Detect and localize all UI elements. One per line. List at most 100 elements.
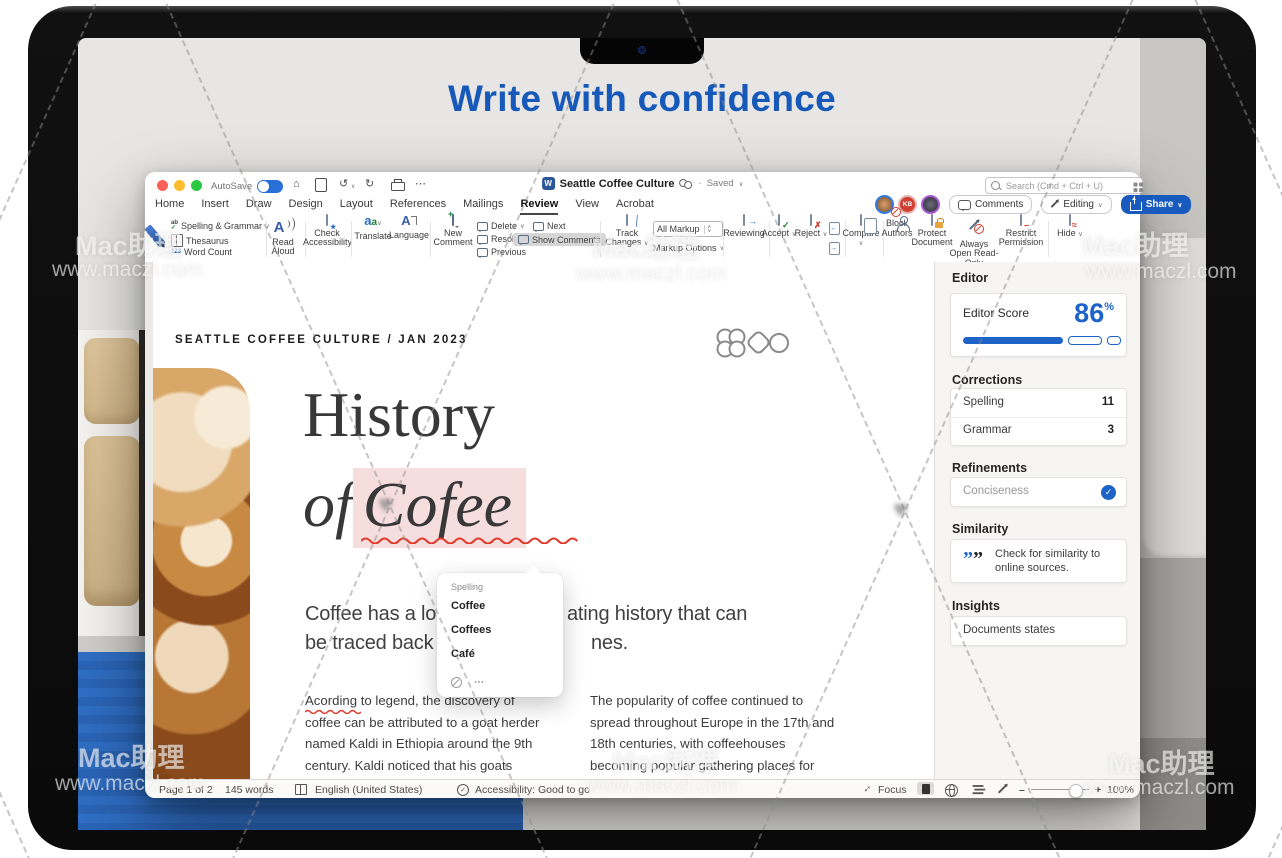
show-comments-button[interactable]: Show Comments	[513, 233, 606, 246]
check-circle-icon: ✓	[1101, 485, 1116, 500]
previous-comment-button[interactable]: Previous	[477, 247, 526, 257]
grammar-correction-row[interactable]: Grammar 3	[963, 424, 1114, 436]
page-view-icon	[922, 784, 930, 794]
share-button[interactable]: Share ∨	[1121, 195, 1192, 214]
tab-design[interactable]: Design	[289, 198, 323, 215]
delete-label: Delete	[491, 221, 517, 231]
search-box[interactable]	[985, 177, 1143, 194]
web-layout-view-icon[interactable]	[945, 784, 958, 797]
zoom-slider-knob[interactable]	[1069, 784, 1083, 798]
body-line: spread throughout Europe in the 17th and	[590, 712, 850, 734]
focus-label[interactable]: Focus	[878, 784, 907, 796]
similarity-card[interactable]: ”” Check for similarity toonline sources…	[950, 539, 1127, 583]
ignore-icon[interactable]	[451, 677, 462, 688]
spelling-grammar-button[interactable]: ab✓ Spelling & Grammar ∨	[171, 221, 270, 231]
tab-review[interactable]: Review	[520, 198, 558, 215]
language-icon: A	[401, 213, 416, 228]
minimize-window-button[interactable]	[174, 180, 185, 191]
more-options-icon[interactable]: ⋯	[474, 677, 484, 688]
editor-pen-icon[interactable]	[144, 224, 166, 248]
toolbar-extras-icon[interactable]	[1134, 183, 1138, 187]
reject-button[interactable]: ✗ Reject ∨	[793, 216, 829, 239]
popup-header: Spelling	[451, 582, 483, 592]
refinements-card[interactable]: Conciseness ✓	[950, 477, 1127, 507]
tab-mailings[interactable]: Mailings	[463, 198, 503, 215]
save-copy-icon[interactable]	[315, 178, 327, 192]
next-comment-button[interactable]: Next	[533, 221, 566, 231]
autosave-toggle[interactable]	[257, 180, 283, 193]
always-open-readonly-button[interactable]: Always Open Read-Only	[949, 216, 999, 268]
word-count-button[interactable]: 123 Word Count	[171, 247, 232, 257]
draft-view-icon[interactable]	[998, 784, 1007, 793]
spelling-correction-row[interactable]: Spelling 11	[963, 396, 1114, 408]
print-layout-view-button[interactable]	[917, 782, 934, 795]
tab-references[interactable]: References	[390, 198, 446, 215]
home-icon[interactable]: ⌂	[293, 178, 300, 191]
redo-icon[interactable]: ↻	[365, 178, 374, 191]
spelling-suggestion-popup: Spelling Coffee Coffees Café ⋯	[437, 573, 563, 697]
avatar[interactable]	[921, 195, 940, 214]
page-indicator[interactable]: Page 1 of 2	[159, 784, 213, 796]
editing-mode-button[interactable]: Editing ∨	[1041, 195, 1111, 214]
comments-button[interactable]: Comments	[949, 195, 1032, 214]
new-comment-button[interactable]: + New Comment	[432, 216, 474, 248]
delete-comment-button[interactable]: Delete ∨	[477, 221, 525, 231]
markup-options-button[interactable]: Markup Options ∨	[653, 243, 724, 253]
spelling-row-count: 11	[1102, 396, 1114, 408]
accessibility-indicator[interactable]: Accessibility: Good to go	[475, 784, 590, 796]
insights-label: Documents states	[963, 624, 1055, 636]
restrict-permission-button[interactable]: – Restrict Permission	[997, 216, 1045, 248]
tab-insert[interactable]: Insert	[201, 198, 229, 215]
accept-button[interactable]: ✓ Accept ∨	[761, 216, 797, 239]
toggle-knob	[258, 181, 269, 192]
laptop-bezel: Write with confidence AutoSave ⌂ ↺ ∨ ↻ ⋯	[28, 6, 1256, 850]
zoom-level[interactable]: 100%	[1107, 784, 1134, 796]
focus-icon[interactable]: ↔	[858, 780, 874, 796]
markup-view-select[interactable]: All Markup ∧∨	[653, 221, 723, 237]
tab-acrobat[interactable]: Acrobat	[616, 198, 654, 215]
undo-chevron-icon[interactable]: ∨	[351, 183, 355, 190]
conciseness-row[interactable]: Conciseness	[963, 485, 1114, 497]
zoom-in-button[interactable]: +	[1095, 784, 1101, 796]
zoom-out-button[interactable]: –	[1019, 784, 1025, 796]
saved-chevron-icon[interactable]: ∨	[739, 180, 744, 188]
insights-card[interactable]: Documents states	[950, 616, 1127, 646]
accessibility-icon: ✓	[457, 784, 469, 796]
zoom-window-button[interactable]	[191, 180, 202, 191]
review-ribbon: ab✓ Spelling & Grammar ∨ Thesaurus 123 W…	[145, 216, 1140, 263]
search-input[interactable]	[1004, 180, 1128, 192]
accept-icon: ✓	[778, 214, 780, 226]
suggestion-cafe[interactable]: Café	[451, 648, 475, 660]
read-aloud-button[interactable]: A Read Aloud	[262, 216, 304, 257]
wallpaper-tray	[78, 330, 148, 640]
suggestion-coffee[interactable]: Coffee	[451, 600, 485, 612]
latte-art-photo	[153, 368, 250, 780]
thesaurus-button[interactable]: Thesaurus	[171, 234, 229, 247]
saved-status[interactable]: Saved	[707, 178, 734, 189]
undo-icon[interactable]: ↺	[339, 178, 348, 191]
outline-view-icon[interactable]	[973, 785, 984, 787]
suggestion-coffees[interactable]: Coffees	[451, 624, 491, 636]
zoom-slider[interactable]	[1031, 789, 1089, 791]
insights-row[interactable]: Documents states	[963, 624, 1114, 636]
subheading-prefix: of	[303, 468, 353, 548]
track-changes-button[interactable]: ／ Track Changes ∨	[603, 216, 651, 249]
tab-view[interactable]: View	[575, 198, 599, 215]
translate-button[interactable]: aa∨ Translate	[353, 216, 393, 241]
check-accessibility-button[interactable]: ★ Check Accessibility	[303, 216, 351, 248]
document-page[interactable]: SEATTLE COFFEE CULTURE / JAN 2023 Histor…	[153, 262, 935, 780]
language-indicator[interactable]: English (United States)	[315, 784, 422, 796]
document-title[interactable]: Seattle Coffee Culture	[560, 178, 675, 190]
more-commands-icon[interactable]: ⋯	[415, 178, 426, 191]
print-icon[interactable]	[391, 182, 405, 191]
editor-score-card[interactable]: Editor Score 86%	[950, 293, 1127, 357]
tab-draw[interactable]: Draw	[246, 198, 272, 215]
protect-document-button[interactable]: Protect Document	[911, 216, 953, 248]
hide-ink-button[interactable]: ≈ Hide ∨	[1050, 216, 1090, 239]
close-window-button[interactable]	[157, 180, 168, 191]
misspelled-word[interactable]: Acording	[305, 690, 357, 712]
language-button[interactable]: A Language	[389, 216, 429, 240]
tab-home[interactable]: Home	[155, 198, 184, 215]
proofing-icon[interactable]	[295, 784, 307, 795]
word-count-indicator[interactable]: 145 words	[225, 784, 273, 796]
